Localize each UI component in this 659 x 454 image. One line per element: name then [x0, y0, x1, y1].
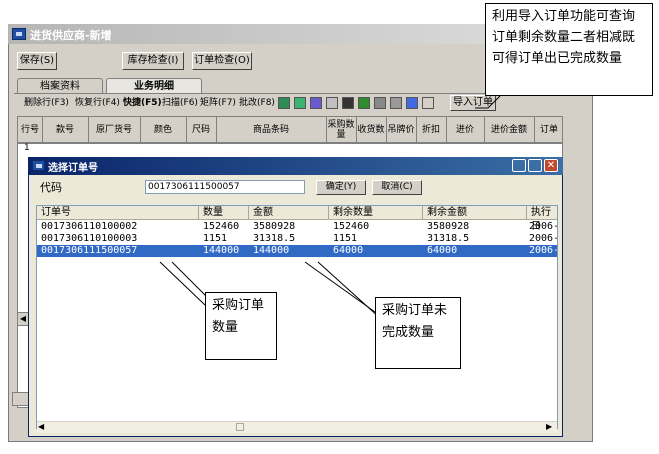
purchase-qty-callout: 采购订单数量 [205, 292, 277, 360]
unfinished-qty-callout: 采购订单未完成数量 [375, 297, 461, 369]
left-callout-line-1 [159, 261, 206, 306]
right-callout-line-2 [317, 261, 381, 319]
import-order-callout: 利用导入订单功能可查询订单剩余数量二者相减既可得订单出已完成数量 [485, 3, 653, 96]
top-callout-pointer [475, 95, 501, 109]
